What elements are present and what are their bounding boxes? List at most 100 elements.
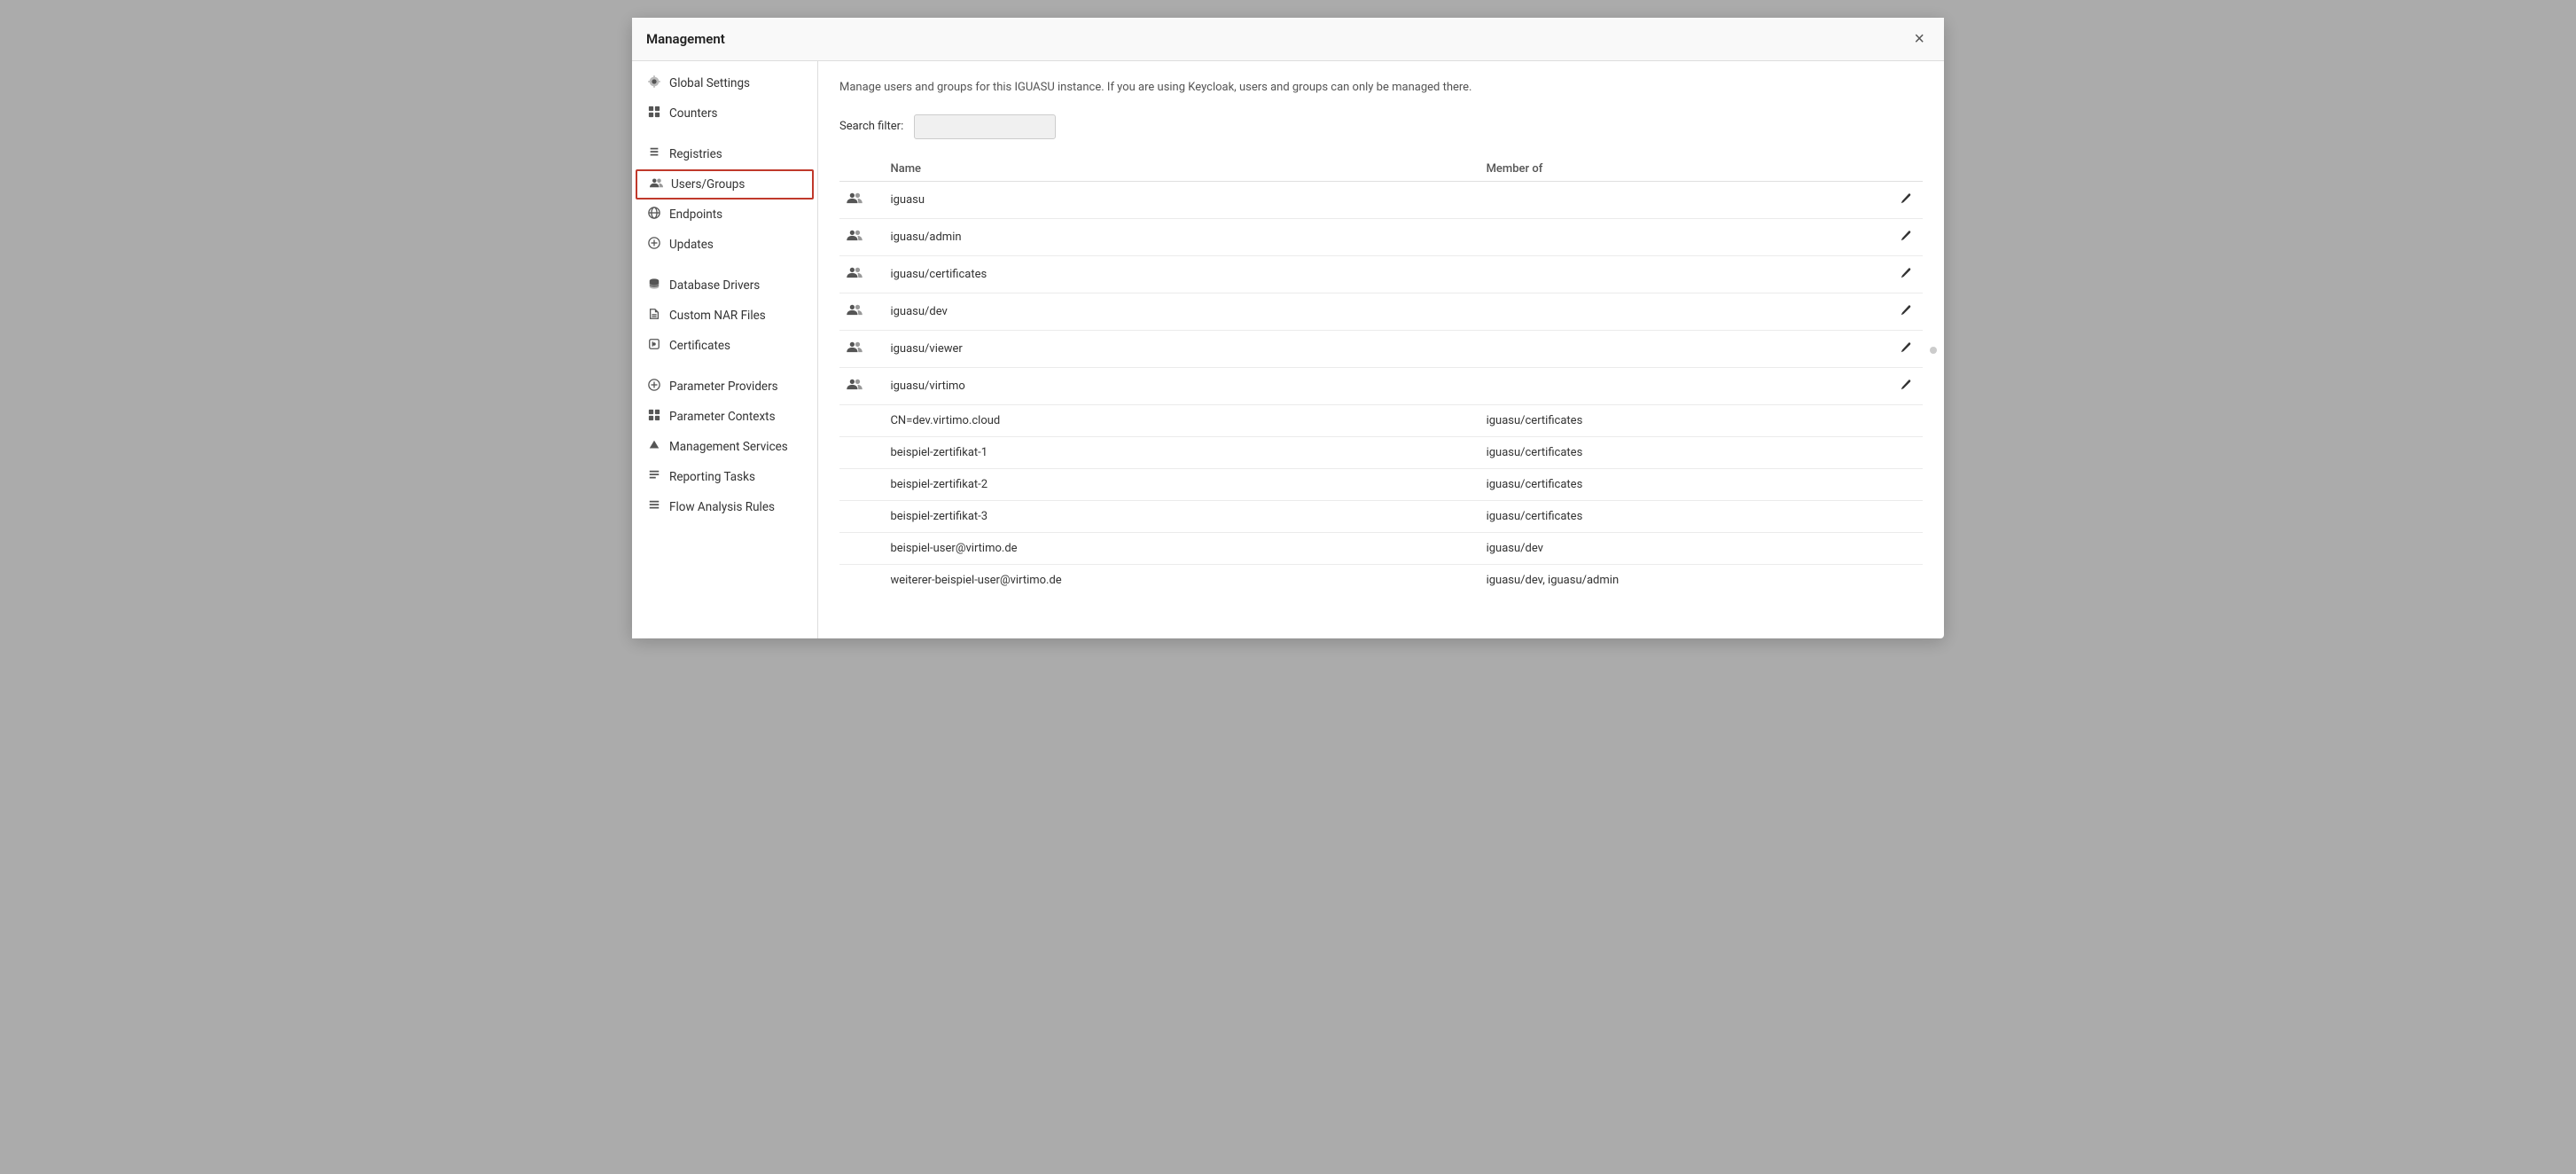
- sidebar-divider: [632, 260, 817, 270]
- row-icon: [839, 181, 883, 218]
- col-icon-header: [839, 157, 883, 182]
- sidebar-item-parameter-contexts[interactable]: Parameter Contexts: [632, 402, 817, 432]
- page-description: Manage users and groups for this IGUASU …: [839, 79, 1923, 97]
- close-button[interactable]: ×: [1909, 28, 1930, 50]
- sidebar-item-label-flow-analysis-rules: Flow Analysis Rules: [669, 500, 775, 514]
- row-action: [1858, 404, 1923, 436]
- edit-button-3[interactable]: [1896, 302, 1916, 321]
- row-action: [1858, 218, 1923, 255]
- sidebar-item-registries[interactable]: Registries: [632, 139, 817, 169]
- modal-title: Management: [646, 31, 725, 47]
- sidebar-item-global-settings[interactable]: Global Settings: [632, 68, 817, 98]
- row-action: [1858, 436, 1923, 468]
- row-member-of: iguasu/certificates: [1479, 468, 1859, 500]
- row-action: [1858, 500, 1923, 532]
- table-row: beispiel-zertifikat-2iguasu/certificates: [839, 468, 1923, 500]
- sidebar-item-custom-nar-files[interactable]: Custom NAR Files: [632, 301, 817, 331]
- table-row: iguasu/viewer: [839, 330, 1923, 367]
- row-action: [1858, 293, 1923, 330]
- users-table: Name Member of iguasuiguasu/adminiguasu/…: [839, 157, 1923, 596]
- certificates-icon: [646, 338, 662, 354]
- sidebar-item-label-management-services: Management Services: [669, 440, 788, 454]
- main-wrapper: Manage users and groups for this IGUASU …: [818, 61, 1944, 638]
- sidebar-item-certificates[interactable]: Certificates: [632, 331, 817, 361]
- row-member-of: [1479, 181, 1859, 218]
- row-member-of: iguasu/certificates: [1479, 404, 1859, 436]
- sidebar-item-parameter-providers[interactable]: Parameter Providers: [632, 372, 817, 402]
- row-icon: [839, 500, 883, 532]
- sidebar-item-label-custom-nar-files: Custom NAR Files: [669, 309, 766, 323]
- table-row: beispiel-zertifikat-3iguasu/certificates: [839, 500, 1923, 532]
- col-member-header: Member of: [1479, 157, 1859, 182]
- database-drivers-icon: [646, 278, 662, 294]
- scroll-indicator: [1930, 347, 1937, 354]
- sidebar-item-label-registries: Registries: [669, 147, 722, 161]
- management-modal: Management × Global Settings Counters Regi…: [632, 18, 1944, 638]
- sidebar-item-users-groups[interactable]: Users/Groups: [636, 169, 814, 200]
- table-row: iguasu/virtimo: [839, 367, 1923, 404]
- counters-icon: [646, 106, 662, 121]
- users-groups-icon: [648, 176, 664, 192]
- row-icon: [839, 436, 883, 468]
- sidebar-item-endpoints[interactable]: Endpoints: [632, 200, 817, 230]
- row-icon: [839, 255, 883, 293]
- edit-button-5[interactable]: [1896, 377, 1916, 395]
- row-action: [1858, 367, 1923, 404]
- sidebar-item-label-parameter-contexts: Parameter Contexts: [669, 410, 776, 424]
- table-row: iguasu/certificates: [839, 255, 1923, 293]
- row-member-of: iguasu/dev, iguasu/admin: [1479, 564, 1859, 596]
- flow-analysis-rules-icon: [646, 499, 662, 515]
- sidebar-item-management-services[interactable]: Management Services: [632, 432, 817, 462]
- row-member-of: iguasu/dev: [1479, 532, 1859, 564]
- row-icon: [839, 404, 883, 436]
- registries-icon: [646, 146, 662, 162]
- col-name-header: Name: [883, 157, 1479, 182]
- sidebar-item-updates[interactable]: Updates: [632, 230, 817, 260]
- table-row: CN=dev.virtimo.cloudiguasu/certificates: [839, 404, 1923, 436]
- table-row: iguasu: [839, 181, 1923, 218]
- table-row: beispiel-user@virtimo.deiguasu/dev: [839, 532, 1923, 564]
- row-name: CN=dev.virtimo.cloud: [883, 404, 1479, 436]
- edit-button-1[interactable]: [1896, 228, 1916, 247]
- row-icon: [839, 218, 883, 255]
- main-content: Manage users and groups for this IGUASU …: [818, 61, 1944, 614]
- sidebar: Global Settings Counters Registries Users/G…: [632, 61, 818, 638]
- edit-button-4[interactable]: [1896, 340, 1916, 358]
- row-name: weiterer-beispiel-user@virtimo.de: [883, 564, 1479, 596]
- global-settings-icon: [646, 75, 662, 91]
- row-name: iguasu: [883, 181, 1479, 218]
- search-input[interactable]: [914, 114, 1056, 139]
- edit-button-0[interactable]: [1896, 191, 1916, 209]
- row-member-of: iguasu/certificates: [1479, 436, 1859, 468]
- row-member-of: iguasu/certificates: [1479, 500, 1859, 532]
- table-row: weiterer-beispiel-user@virtimo.deiguasu/…: [839, 564, 1923, 596]
- row-icon: [839, 468, 883, 500]
- col-action-header: [1858, 157, 1923, 182]
- row-name: beispiel-zertifikat-1: [883, 436, 1479, 468]
- row-name: iguasu/viewer: [883, 330, 1479, 367]
- sidebar-item-label-certificates: Certificates: [669, 339, 730, 353]
- sidebar-item-reporting-tasks[interactable]: Reporting Tasks: [632, 462, 817, 492]
- row-action: [1858, 330, 1923, 367]
- row-action: [1858, 181, 1923, 218]
- sidebar-item-counters[interactable]: Counters: [632, 98, 817, 129]
- sidebar-item-label-endpoints: Endpoints: [669, 207, 722, 222]
- search-label: Search filter:: [839, 120, 903, 133]
- row-icon: [839, 367, 883, 404]
- row-name: iguasu/dev: [883, 293, 1479, 330]
- row-action: [1858, 468, 1923, 500]
- sidebar-item-label-counters: Counters: [669, 106, 718, 121]
- row-name: beispiel-user@virtimo.de: [883, 532, 1479, 564]
- sidebar-item-flow-analysis-rules[interactable]: Flow Analysis Rules: [632, 492, 817, 522]
- modal-body: Global Settings Counters Registries Users/G…: [632, 61, 1944, 638]
- reporting-tasks-icon: [646, 469, 662, 485]
- row-icon: [839, 532, 883, 564]
- updates-icon: [646, 237, 662, 253]
- edit-button-2[interactable]: [1896, 265, 1916, 284]
- sidebar-item-label-database-drivers: Database Drivers: [669, 278, 760, 293]
- parameter-providers-icon: [646, 379, 662, 395]
- row-member-of: [1479, 330, 1859, 367]
- row-member-of: [1479, 367, 1859, 404]
- sidebar-item-database-drivers[interactable]: Database Drivers: [632, 270, 817, 301]
- row-member-of: [1479, 218, 1859, 255]
